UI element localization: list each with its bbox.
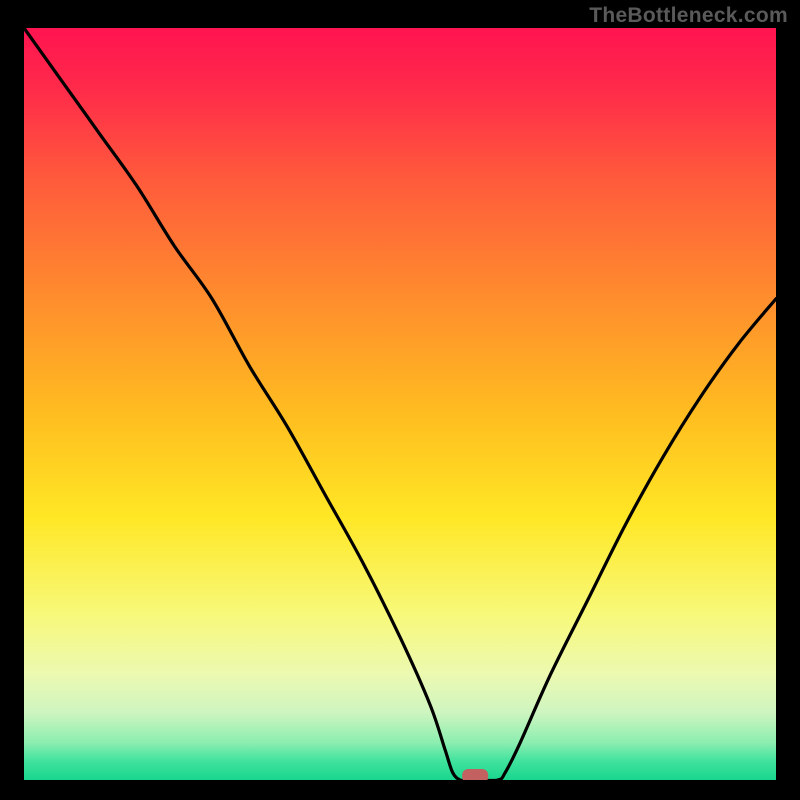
minimum-marker — [462, 769, 488, 780]
watermark-text: TheBottleneck.com — [589, 4, 788, 28]
chart-frame: TheBottleneck.com — [0, 0, 800, 800]
plot-area — [24, 28, 776, 780]
bottleneck-chart — [24, 28, 776, 780]
gradient-background — [24, 28, 776, 780]
